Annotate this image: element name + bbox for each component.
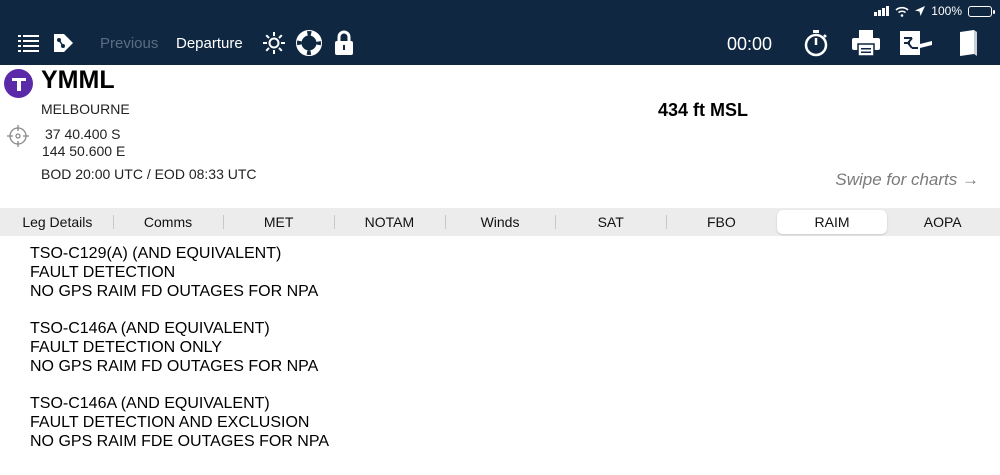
tab-raim[interactable]: RAIM	[776, 210, 888, 234]
book-icon[interactable]	[955, 30, 981, 56]
top-bar: 100% Previous Departure 00:00	[0, 0, 1000, 65]
airport-longitude: 144 50.600 E	[42, 143, 126, 159]
tab-sat[interactable]: SAT	[555, 210, 666, 234]
raim-result: NO GPS RAIM FD OUTAGES FOR NPA	[30, 283, 319, 300]
tab-notam[interactable]: NOTAM	[334, 210, 445, 234]
signal-icon	[874, 6, 890, 16]
flight-timer[interactable]: 00:00	[727, 34, 772, 55]
raim-mode: FAULT DETECTION AND EXCLUSION	[30, 414, 310, 431]
swipe-for-charts-hint[interactable]: Swipe for charts →	[835, 170, 979, 190]
airport-type-icon	[4, 69, 33, 98]
route-icon[interactable]	[50, 30, 76, 56]
wifi-icon	[895, 6, 909, 17]
crosshair-icon[interactable]	[6, 124, 30, 148]
tab-fbo[interactable]: FBO	[666, 210, 777, 234]
lock-icon[interactable]	[331, 30, 357, 56]
tab-met[interactable]: MET	[223, 210, 334, 234]
lifebuoy-icon[interactable]	[296, 30, 322, 56]
raim-mode: FAULT DETECTION ONLY	[30, 339, 223, 356]
airport-icao: YMML	[41, 66, 115, 94]
toolbar: Previous Departure 00:00	[0, 24, 1000, 62]
flight-plan-icon[interactable]	[898, 30, 934, 56]
printer-icon[interactable]	[851, 30, 881, 57]
raim-content: TSO-C129(A) (AND EQUIVALENT) FAULT DETEC…	[30, 244, 329, 469]
raim-standard: TSO-C129(A) (AND EQUIVALENT)	[30, 245, 282, 262]
tab-aopa[interactable]: AOPA	[887, 210, 998, 234]
raim-mode: FAULT DETECTION	[30, 264, 176, 281]
status-bar: 100%	[874, 3, 995, 19]
raim-block: TSO-C129(A) (AND EQUIVALENT) FAULT DETEC…	[30, 244, 329, 301]
stopwatch-icon[interactable]	[803, 30, 829, 57]
raim-standard: TSO-C146A (AND EQUIVALENT)	[30, 395, 270, 412]
location-arrow-icon	[915, 6, 926, 16]
airport-city: MELBOURNE	[41, 101, 130, 117]
info-tabs: Leg Details Comms MET NOTAM Winds SAT FB…	[0, 208, 1000, 236]
airport-latitude: 37 40.400 S	[45, 126, 121, 142]
battery-icon	[968, 5, 995, 17]
raim-result: NO GPS RAIM FDE OUTAGES FOR NPA	[30, 433, 329, 450]
brightness-icon[interactable]	[261, 30, 287, 56]
battery-percent: 100%	[931, 4, 962, 18]
previous-button[interactable]: Previous	[100, 35, 158, 52]
list-icon[interactable]	[16, 30, 42, 56]
tab-comms[interactable]: Comms	[112, 210, 224, 234]
raim-block: TSO-C146A (AND EQUIVALENT) FAULT DETECTI…	[30, 319, 329, 376]
tab-winds[interactable]: Winds	[444, 210, 556, 234]
airport-elevation: 434 ft MSL	[658, 100, 749, 120]
departure-button[interactable]: Departure	[176, 35, 243, 52]
daylight-times: BOD 20:00 UTC / EOD 08:33 UTC	[41, 166, 257, 182]
tab-leg-details[interactable]: Leg Details	[2, 210, 113, 234]
raim-standard: TSO-C146A (AND EQUIVALENT)	[30, 320, 270, 337]
raim-result: NO GPS RAIM FD OUTAGES FOR NPA	[30, 358, 319, 375]
raim-block: TSO-C146A (AND EQUIVALENT) FAULT DETECTI…	[30, 394, 329, 451]
